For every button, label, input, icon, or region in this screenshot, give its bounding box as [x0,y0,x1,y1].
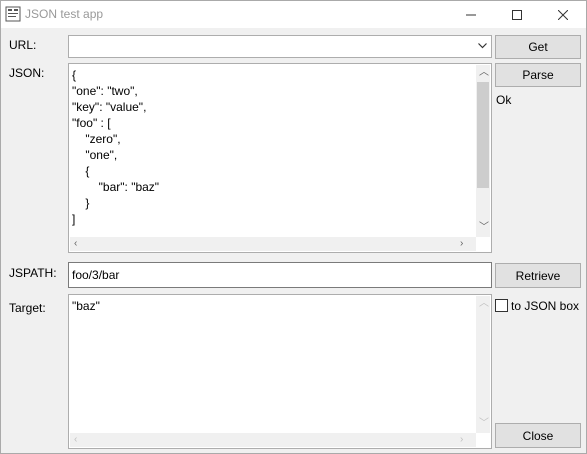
target-value: "baz" [72,299,100,313]
target-textarea[interactable]: "baz" ︿ ﹀ ‹ › [68,294,492,449]
scroll-right-icon[interactable]: › [460,435,463,445]
json-text-line: "zero", [72,132,121,146]
target-vertical-scrollbar[interactable]: ︿ ﹀ [476,296,490,433]
scroll-thumb[interactable] [477,82,489,188]
parse-button[interactable]: Parse [495,63,581,87]
json-text-line: "foo" : [ [72,116,111,130]
parse-status: Ok [496,93,512,107]
json-text-line: "key": "value", [72,100,147,114]
get-button[interactable]: Get [495,35,581,59]
chevron-down-icon[interactable] [478,43,487,49]
json-text-line: "one", [72,148,118,162]
retrieve-button[interactable]: Retrieve [495,263,581,288]
scroll-up-icon[interactable]: ︿ [479,68,489,78]
json-text-line: ] [72,212,76,226]
jspath-label: JSPATH: [9,266,57,280]
close-icon [558,9,568,20]
json-text-line: { [72,68,77,82]
jspath-input[interactable]: foo/3/bar [68,262,492,288]
target-horizontal-scrollbar[interactable]: ‹ › [70,433,476,447]
json-horizontal-scrollbar[interactable]: ‹ › [70,237,476,251]
to-json-label: to JSON box [511,299,580,313]
target-label: Target: [9,301,46,315]
close-window-button[interactable] [540,1,586,28]
scroll-down-icon[interactable]: ﹀ [479,419,489,429]
minimize-button[interactable] [448,1,494,28]
scroll-up-icon[interactable]: ︿ [479,299,489,309]
maximize-icon [512,9,522,20]
minimize-icon [466,14,476,15]
jspath-value: foo/3/bar [72,268,120,282]
url-label: URL: [9,38,37,52]
json-text-line: { [72,164,90,178]
maximize-button[interactable] [494,1,540,28]
scroll-down-icon[interactable]: ﹀ [479,223,489,233]
app-window: JSON test app URL: Get JSON: { "one": "tw… [0,0,587,454]
window-title: JSON test app [25,7,104,21]
scroll-left-icon[interactable]: ‹ [74,239,77,249]
url-combobox[interactable] [68,35,492,58]
json-text-line: "one": "two", [72,84,138,98]
close-button[interactable]: Close [495,423,581,448]
json-text-line: "bar": "baz" [72,180,160,194]
title-bar: JSON test app [1,1,586,28]
json-textarea[interactable]: { "one": "two", "key": "value", "foo" : [ "… [68,63,492,253]
json-text-line: } [72,196,90,210]
json-vertical-scrollbar[interactable]: ︿ ﹀ [476,65,490,237]
app-icon [5,6,21,22]
json-label: JSON: [9,66,45,80]
scroll-right-icon[interactable]: › [460,239,463,249]
to-json-checkbox[interactable] [495,299,508,312]
scroll-left-icon[interactable]: ‹ [74,435,77,445]
